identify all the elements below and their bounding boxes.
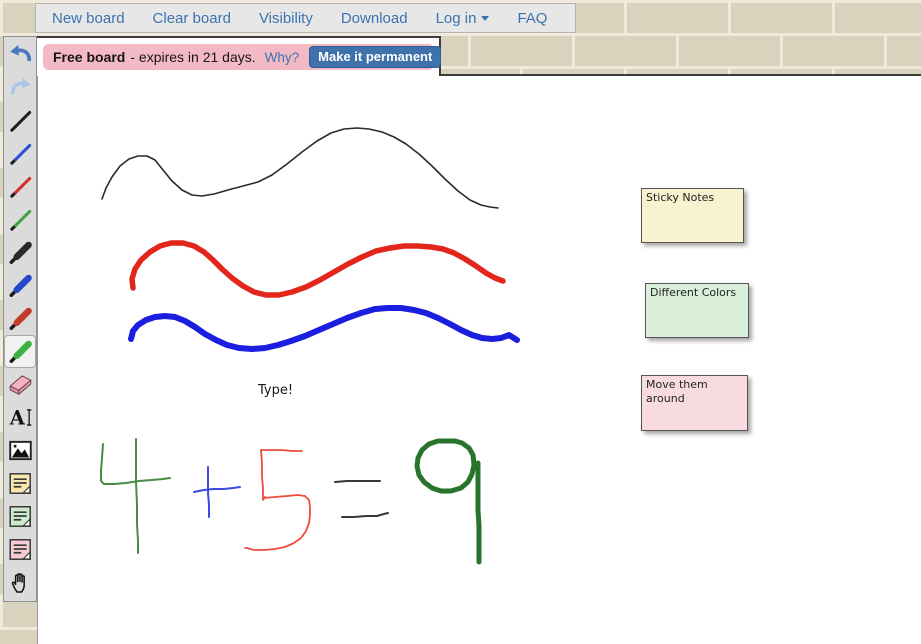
canvas-typed-text: Type!: [258, 383, 294, 398]
pen-black-icon: [9, 110, 31, 132]
tool-pen-blue[interactable]: [4, 137, 36, 170]
note-pink-icon: [8, 539, 31, 560]
sticky-note-label: Sticky Notes: [646, 191, 715, 204]
nav-item-label: New board: [52, 9, 125, 27]
nav-item-clear-board[interactable]: Clear board: [153, 10, 231, 27]
nav-list: New board Clear board Visibility Download Lo…: [36, 4, 575, 32]
nav-item-label: Log in: [435, 9, 477, 27]
tool-hand[interactable]: [4, 566, 36, 599]
pen-green-icon: [9, 209, 31, 231]
tool-eraser[interactable]: [4, 368, 36, 401]
tool-crayon-red[interactable]: [4, 302, 36, 335]
nav-item-new-board[interactable]: New board: [52, 10, 125, 27]
notice-title: Free board: [53, 49, 126, 65]
tool-note-green[interactable]: [4, 500, 36, 533]
pen-red-icon: [9, 176, 31, 198]
tool-crayon-black[interactable]: [4, 236, 36, 269]
tool-text[interactable]: A: [4, 401, 36, 434]
tool-image[interactable]: [4, 434, 36, 467]
notice-panel: Free board - expires in 21 days. Why? Ma…: [37, 36, 442, 76]
tool-pen-green[interactable]: [4, 203, 36, 236]
crayon-red-icon: [9, 307, 32, 330]
text-icon: A: [8, 407, 31, 430]
sticky-note-yellow[interactable]: Sticky Notes: [641, 188, 744, 243]
redo-icon: [10, 77, 31, 95]
why-link[interactable]: Why?: [265, 50, 300, 65]
sticky-note-label: Move them around: [646, 378, 708, 406]
top-navbar: New board Clear board Visibility Download Lo…: [35, 3, 576, 33]
tool-pen-black[interactable]: [4, 104, 36, 137]
nav-item-visibility[interactable]: Visibility: [259, 10, 313, 27]
notice-message: - expires in 21 days.: [130, 49, 256, 65]
nav-item-login[interactable]: Log in: [436, 10, 490, 27]
crayon-blue-icon: [9, 274, 32, 297]
sticky-note-label: Different Colors: [650, 286, 737, 299]
tool-crayon-green[interactable]: [4, 335, 36, 368]
brick-background: { "navbar": { "link_color": "#3b73b0", "…: [0, 0, 921, 644]
nav-item-download[interactable]: Download: [341, 10, 408, 27]
tool-pen-red[interactable]: [4, 170, 36, 203]
notice-row-spacer: [441, 36, 921, 76]
sticky-note-green[interactable]: Different Colors: [645, 283, 749, 338]
tool-palette: A: [3, 36, 37, 602]
free-board-notice: Free board - expires in 21 days. Why? Ma…: [43, 44, 442, 70]
tool-redo[interactable]: [4, 71, 36, 104]
hand-icon: [11, 573, 25, 593]
svg-text:A: A: [8, 407, 25, 430]
pen-blue-icon: [9, 143, 31, 165]
nav-item-faq[interactable]: FAQ: [517, 10, 547, 27]
whiteboard-canvas[interactable]: [37, 76, 921, 644]
nav-item-label: FAQ: [517, 9, 548, 27]
nav-item-label: Download: [340, 9, 408, 27]
nav-item-label: Visibility: [258, 9, 313, 27]
eraser-icon: [9, 375, 31, 395]
caret-down-icon: [481, 15, 490, 21]
make-permanent-button[interactable]: Make it permanent: [309, 46, 442, 68]
tool-note-pink[interactable]: [4, 533, 36, 566]
crayon-green-icon: [9, 340, 32, 363]
nav-item-label: Clear board: [152, 9, 231, 27]
tool-note-yellow[interactable]: [4, 467, 36, 500]
tool-undo[interactable]: [4, 38, 36, 71]
image-icon: [8, 440, 32, 461]
notice-row: Free board - expires in 21 days. Why? Ma…: [37, 36, 921, 76]
crayon-black-icon: [9, 241, 32, 264]
note-green-icon: [8, 506, 31, 527]
sticky-note-pink[interactable]: Move them around: [641, 375, 748, 431]
tool-crayon-blue[interactable]: [4, 269, 36, 302]
undo-icon: [9, 44, 31, 62]
note-yellow-icon: [8, 473, 31, 494]
